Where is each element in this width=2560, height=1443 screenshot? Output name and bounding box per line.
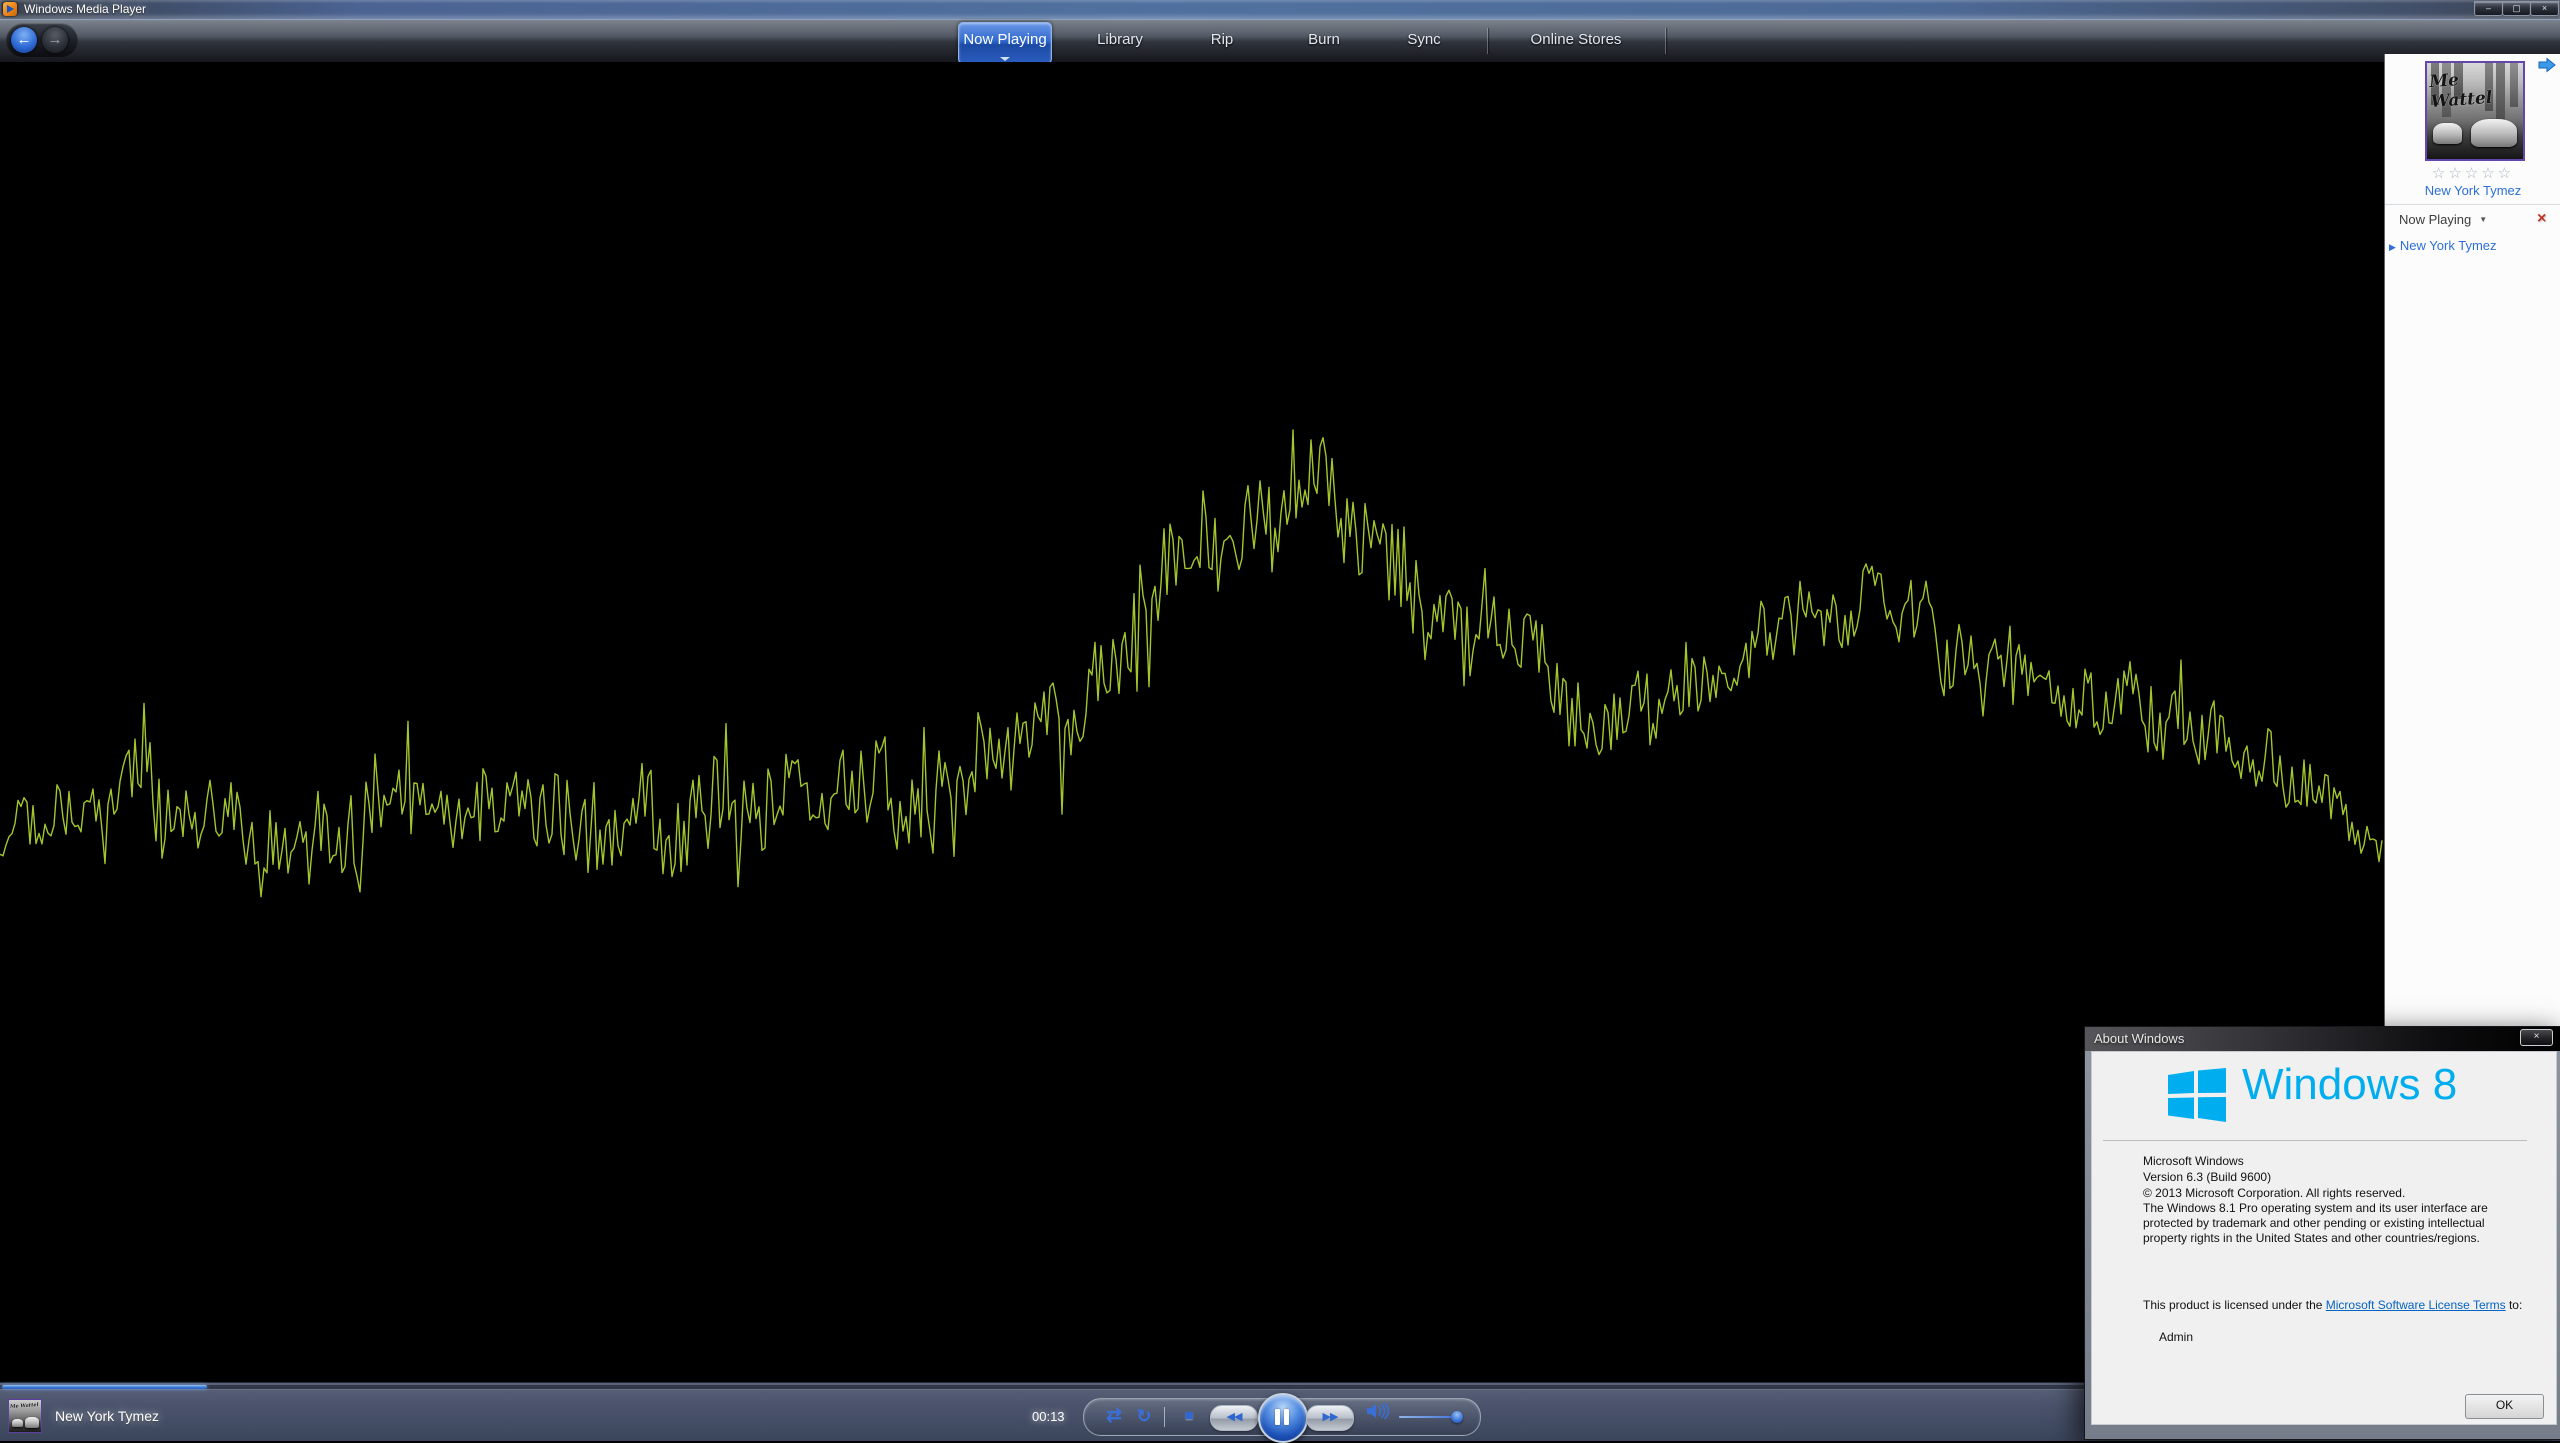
dialog-body: Windows 8 Microsoft Windows Version 6.3 … xyxy=(2091,1051,2557,1425)
back-button[interactable]: ← xyxy=(11,27,37,53)
nav-button-group: ← → xyxy=(6,23,78,57)
license-prefix: This product is licensed under the xyxy=(2143,1298,2326,1312)
minimize-button[interactable]: – xyxy=(2474,1,2503,16)
current-track-title: New York Tymez xyxy=(55,1408,159,1424)
pause-icon xyxy=(1275,1409,1280,1425)
tab-rip[interactable]: Rip xyxy=(1203,20,1242,62)
restore-button[interactable]: ▢ xyxy=(2502,1,2531,16)
wmp-app-icon xyxy=(3,2,17,16)
playlist-dropdown[interactable]: Now Playing ▼ xyxy=(2399,212,2487,227)
speaker-icon xyxy=(1365,1402,1389,1420)
waveform-scope xyxy=(0,62,2384,1382)
rating-stars[interactable]: ☆☆☆☆☆ xyxy=(2385,164,2560,182)
toolbar: ← → Now Playing Library Rip Burn Sync On… xyxy=(0,20,2560,62)
license-terms-link[interactable]: Microsoft Software License Terms xyxy=(2326,1298,2506,1312)
tab-divider xyxy=(1665,28,1666,54)
tab-online-stores[interactable]: Online Stores xyxy=(1523,20,1630,62)
tab-now-playing[interactable]: Now Playing xyxy=(958,22,1052,64)
about-line: © 2013 Microsoft Corporation. All rights… xyxy=(2143,1186,2405,1201)
thumb-art-title: Me Wattel xyxy=(10,1402,40,1410)
licensee-name: Admin xyxy=(2159,1330,2193,1344)
album-art: Me Wattel xyxy=(2425,61,2525,161)
volume-slider[interactable] xyxy=(1399,1416,1463,1418)
seek-progress xyxy=(2,1385,207,1389)
controls-divider xyxy=(1164,1407,1165,1427)
playlist-dropdown-label: Now Playing xyxy=(2399,212,2471,227)
tab-library[interactable]: Library xyxy=(1089,20,1151,62)
chevron-down-icon: ▼ xyxy=(2479,215,2487,224)
album-art-title: Me Wattel xyxy=(2429,66,2522,112)
window-title: Windows Media Player xyxy=(24,2,146,16)
pause-button[interactable] xyxy=(1258,1393,1308,1443)
elapsed-time: 00:13 xyxy=(1032,1409,1065,1424)
titlebar[interactable]: Windows Media Player – ▢ × xyxy=(0,0,2560,20)
previous-button[interactable]: ◀◀ xyxy=(1210,1405,1258,1431)
track-link[interactable]: New York Tymez xyxy=(2385,183,2560,198)
dialog-title: About Windows xyxy=(2094,1031,2184,1046)
mute-button[interactable] xyxy=(1362,1399,1392,1435)
playlist-item[interactable]: ▶ New York Tymez xyxy=(2389,238,2497,253)
forward-button[interactable]: → xyxy=(42,27,68,53)
panel-divider xyxy=(2385,204,2560,205)
dialog-titlebar[interactable]: About Windows × xyxy=(2085,1027,2560,1051)
next-button[interactable]: ▶▶ xyxy=(1306,1405,1354,1431)
about-windows-dialog: About Windows × Windows 8 Microsoft Wind… xyxy=(2084,1026,2560,1440)
tab-sync[interactable]: Sync xyxy=(1399,20,1448,62)
tab-label: Now Playing xyxy=(963,31,1046,48)
shuffle-button[interactable]: ⇄ xyxy=(1100,1399,1128,1435)
tab-divider xyxy=(1487,28,1488,54)
license-text: This product is licensed under the Micro… xyxy=(2143,1298,2525,1313)
about-paragraph: The Windows 8.1 Pro operating system and… xyxy=(2143,1201,2523,1246)
license-suffix: to: xyxy=(2506,1298,2523,1312)
windows8-logo-text: Windows 8 xyxy=(2242,1060,2457,1110)
dialog-close-button[interactable]: × xyxy=(2520,1029,2553,1046)
stop-button[interactable]: ■ xyxy=(1176,1399,1202,1435)
pause-icon xyxy=(1284,1409,1289,1425)
about-line: Microsoft Windows xyxy=(2143,1154,2244,1169)
windows-flag-icon xyxy=(2168,1068,2228,1122)
track-thumbnail: Me Wattel xyxy=(8,1399,42,1433)
chevron-down-icon xyxy=(1000,57,1010,61)
dialog-separator xyxy=(2103,1140,2527,1141)
playlist-item-label: New York Tymez xyxy=(2400,238,2497,253)
about-line: Version 6.3 (Build 9600) xyxy=(2143,1170,2271,1185)
now-playing-indicator-icon: ▶ xyxy=(2389,242,2396,252)
switch-to-library-icon[interactable] xyxy=(2538,57,2556,73)
transport-controls: ⇄ ↻ ■ ◀◀ ▶▶ xyxy=(1083,1398,1481,1436)
close-list-icon[interactable]: × xyxy=(2537,210,2546,228)
volume-knob[interactable] xyxy=(1451,1411,1463,1423)
repeat-button[interactable]: ↻ xyxy=(1130,1399,1158,1435)
now-playing-visualization xyxy=(0,62,2384,1382)
tab-burn[interactable]: Burn xyxy=(1300,20,1348,62)
ok-button[interactable]: OK xyxy=(2465,1394,2544,1419)
close-button[interactable]: × xyxy=(2530,1,2559,16)
